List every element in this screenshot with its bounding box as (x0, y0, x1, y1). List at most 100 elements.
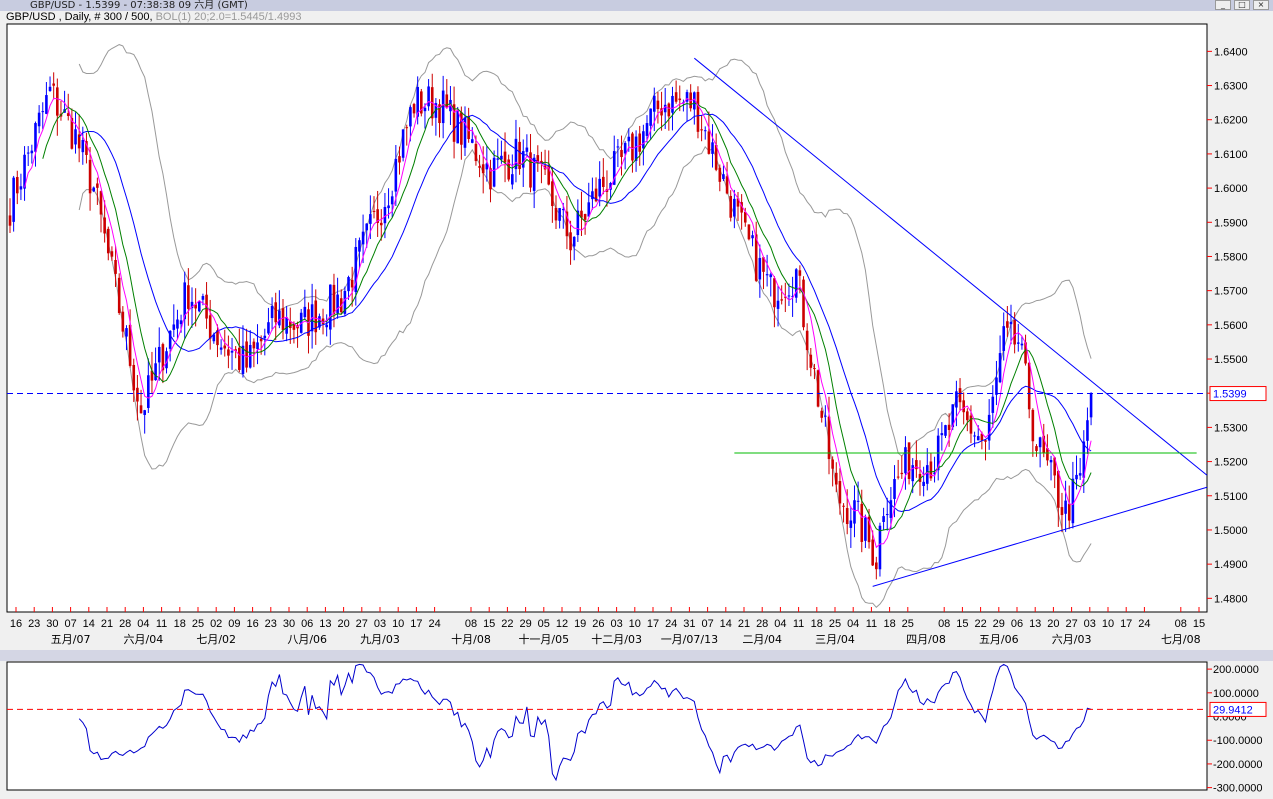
y-tick-label: 1.5600 (1214, 320, 1248, 332)
x-day-label: 03 (374, 618, 386, 630)
x-day-label: 18 (883, 618, 895, 630)
candle (420, 88, 423, 117)
y-tick-label: 1.4900 (1214, 559, 1248, 571)
x-day-label: 13 (1029, 618, 1041, 630)
x-month-label: 三月/04 (815, 633, 855, 646)
x-day-label: 29 (993, 618, 1005, 630)
y-tick-label: 1.5000 (1214, 525, 1248, 537)
y-tick-label: 1.5100 (1214, 491, 1248, 503)
x-day-label: 06 (301, 618, 313, 630)
x-day-label: 02 (210, 618, 222, 630)
x-day-label: 22 (501, 618, 513, 630)
x-day-label: 22 (974, 618, 986, 630)
y-tick-label: 1.5200 (1214, 457, 1248, 469)
x-day-label: 15 (956, 618, 968, 630)
x-month-label: 十二月/03 (591, 632, 642, 646)
x-day-label: 03 (610, 618, 622, 630)
y-tick-label: 1.6200 (1214, 115, 1248, 127)
cci-y-tick-label: -100.0000 (1213, 735, 1263, 747)
x-day-label: 28 (119, 618, 131, 630)
candle (696, 86, 700, 139)
y-tick-label: 1.6300 (1214, 81, 1248, 93)
candle (794, 268, 798, 303)
x-day-label: 11 (866, 618, 877, 630)
x-day-label: 08 (465, 618, 477, 630)
x-day-label: 14 (720, 618, 732, 630)
cci-y-tick-label: -300.0000 (1213, 783, 1263, 795)
x-day-label: 10 (629, 618, 641, 630)
x-day-label: 13 (319, 618, 331, 630)
x-day-label: 16 (10, 618, 22, 630)
x-day-label: 17 (410, 618, 422, 630)
x-day-label: 09 (228, 618, 240, 630)
x-day-label: 25 (829, 618, 841, 630)
x-day-label: 15 (1193, 618, 1205, 630)
x-day-label: 24 (1138, 618, 1150, 630)
x-day-label: 23 (28, 618, 40, 630)
x-day-label: 04 (774, 618, 786, 630)
x-month-label: 六月/04 (124, 633, 164, 646)
x-day-label: 20 (1047, 618, 1059, 630)
main-plot-area[interactable] (6, 23, 1208, 613)
x-day-label: 21 (101, 618, 113, 630)
candle (802, 276, 805, 331)
x-day-label: 26 (592, 618, 604, 630)
x-day-label: 03 (1084, 618, 1096, 630)
x-month-label: 九月/03 (360, 633, 400, 646)
x-day-label: 07 (701, 618, 713, 630)
x-day-label: 10 (392, 618, 404, 630)
cci-plot-area[interactable] (6, 661, 1208, 791)
x-day-label: 06 (1011, 618, 1023, 630)
x-day-label: 10 (1102, 618, 1114, 630)
x-month-label: 二月/04 (742, 633, 782, 646)
candle (747, 224, 751, 241)
x-day-label: 24 (428, 618, 440, 630)
x-day-label: 08 (938, 618, 950, 630)
y-tick-label: 1.4800 (1214, 593, 1248, 605)
x-day-label: 30 (283, 618, 295, 630)
x-day-label: 19 (574, 618, 586, 630)
x-day-label: 31 (683, 618, 695, 630)
y-tick-label: 1.5300 (1214, 422, 1248, 434)
x-day-label: 12 (556, 618, 568, 630)
x-day-label: 17 (1120, 618, 1132, 630)
x-day-label: 29 (519, 618, 531, 630)
pane-divider[interactable] (0, 650, 1273, 657)
y-tick-label: 1.6400 (1214, 46, 1248, 58)
cci-y-tick-label: 100.0000 (1213, 688, 1259, 700)
candle (197, 300, 201, 313)
x-day-label: 17 (647, 618, 659, 630)
x-day-label: 30 (46, 618, 58, 630)
x-month-label: 七月/08 (1161, 633, 1201, 646)
x-day-label: 20 (337, 618, 349, 630)
x-month-label: 一月/07/13 (661, 633, 718, 646)
candle (401, 129, 405, 162)
y-tick-label: 1.6000 (1214, 183, 1248, 195)
cci-value-label: 29.9412 (1213, 704, 1253, 716)
y-tick-label: 1.6100 (1214, 149, 1248, 161)
x-day-label: 08 (1175, 618, 1187, 630)
x-day-label: 14 (83, 618, 95, 630)
pane-divider[interactable] (0, 657, 1273, 661)
current-price-label: 1.5399 (1213, 389, 1247, 401)
x-month-label: 四月/08 (906, 633, 946, 646)
y-tick-label: 1.5500 (1214, 354, 1248, 366)
price-chart[interactable]: 1.6400 1.6300 1.6200 1.6100 1.6000 1.5900 1.58… (0, 0, 1273, 799)
y-tick-label: 1.5900 (1214, 217, 1248, 229)
y-tick-label: 1.5800 (1214, 251, 1248, 263)
x-day-label: 18 (811, 618, 823, 630)
x-month-label: 五月/07 (51, 633, 91, 646)
candle (816, 369, 820, 408)
x-day-label: 11 (793, 618, 804, 630)
x-day-label: 21 (738, 618, 750, 630)
x-day-label: 25 (192, 618, 204, 630)
x-day-label: 07 (64, 618, 76, 630)
x-day-label: 05 (538, 618, 550, 630)
x-month-label: 五月/06 (979, 633, 1019, 646)
x-day-label: 16 (246, 618, 258, 630)
x-day-label: 04 (137, 618, 149, 630)
x-day-label: 28 (756, 618, 768, 630)
x-day-label: 15 (483, 618, 495, 630)
x-day-label: 25 (902, 618, 914, 630)
x-day-label: 11 (156, 618, 167, 630)
